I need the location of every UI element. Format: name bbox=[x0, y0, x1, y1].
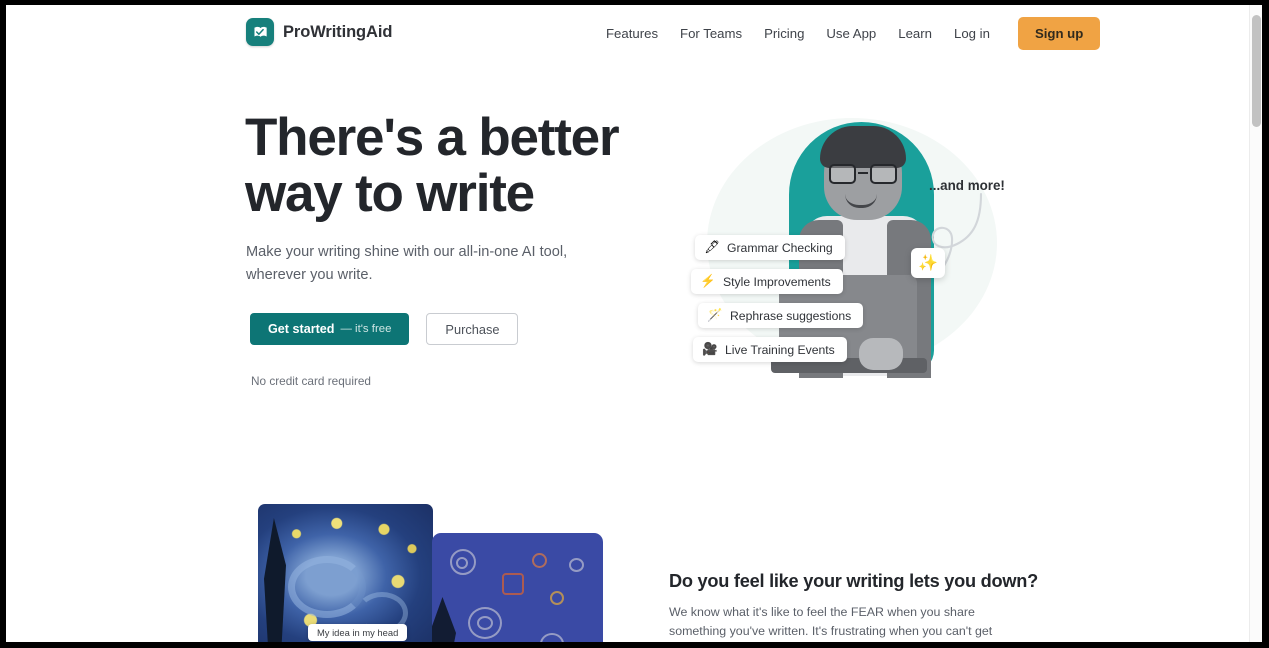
hero-title-line-2: way to write bbox=[245, 164, 535, 224]
section-title: Do you feel like your writing lets you d… bbox=[669, 571, 1038, 591]
brand-name: ProWritingAid bbox=[283, 22, 393, 41]
brand-logo[interactable]: ProWritingAid bbox=[246, 18, 392, 46]
hero-subtitle: Make your writing shine with our all-in-… bbox=[246, 244, 568, 284]
person-hair bbox=[820, 126, 906, 168]
doodle-spiral bbox=[456, 557, 468, 569]
sparkles-icon: ✨ bbox=[911, 248, 945, 278]
nav-item-learn[interactable]: Learn bbox=[898, 26, 932, 41]
glasses-icon bbox=[827, 164, 899, 184]
feature-label: Rephrase suggestions bbox=[730, 308, 852, 323]
hero-title: There's a better way to write bbox=[245, 108, 705, 224]
site-header: ProWritingAid Features For Teams Pricing… bbox=[6, 5, 1262, 61]
movie-camera-icon: 🎥 bbox=[702, 342, 718, 356]
doodle-cypress-tree bbox=[432, 597, 456, 642]
doodle-spiral bbox=[477, 616, 493, 630]
main-navigation: Features For Teams Pricing Use App Learn… bbox=[606, 5, 1101, 61]
get-started-label: Get started bbox=[268, 322, 335, 336]
and-more-annotation: ...and more! bbox=[929, 178, 1005, 193]
lightning-bolt-icon: ⚡ bbox=[700, 274, 716, 288]
nav-item-log-in[interactable]: Log in bbox=[954, 26, 990, 41]
get-started-button[interactable]: Get started — it's free bbox=[250, 313, 410, 345]
nav-item-pricing[interactable]: Pricing bbox=[764, 26, 804, 41]
feature-card-rephrase-suggestions[interactable]: 🪄 Rephrase suggestions bbox=[698, 303, 864, 328]
starry-night-image bbox=[258, 504, 433, 642]
doodle-spiral bbox=[550, 591, 564, 605]
cypress-tree bbox=[264, 518, 286, 642]
nav-item-features[interactable]: Features bbox=[606, 26, 658, 41]
purchase-button[interactable]: Purchase bbox=[426, 313, 519, 345]
browser-viewport: ProWritingAid Features For Teams Pricing… bbox=[6, 5, 1262, 642]
feature-card-grammar-checking[interactable]: 🖋 Grammar Checking bbox=[695, 235, 845, 260]
starry-night-caption: My idea in my head bbox=[308, 624, 408, 641]
section-body: We know what it's like to feel the FEAR … bbox=[669, 605, 993, 638]
feature-card-list: 🖋 Grammar Checking ⚡ Style Improvements … bbox=[691, 235, 864, 371]
hero-illustration: ✨ ...and more! 🖋 Grammar Checking ⚡ Styl… bbox=[671, 100, 1021, 395]
doodle-spiral bbox=[540, 633, 564, 642]
magic-wand-icon: 🪄 bbox=[707, 308, 723, 322]
book-check-logo-icon bbox=[246, 18, 274, 46]
scrollbar-thumb[interactable] bbox=[1252, 15, 1261, 127]
hero-cta-row: Get started — it's free Purchase bbox=[250, 313, 519, 345]
doodle-image bbox=[432, 533, 603, 642]
sign-up-button[interactable]: Sign up bbox=[1017, 16, 1101, 50]
doodle-blob bbox=[502, 573, 524, 595]
starry-swirl bbox=[288, 556, 366, 618]
nav-item-for-teams[interactable]: For Teams bbox=[680, 26, 742, 41]
quill-pen-icon: 🖋 bbox=[704, 240, 720, 254]
doodle-spiral bbox=[532, 553, 547, 568]
feature-card-live-training-events[interactable]: 🎥 Live Training Events bbox=[693, 337, 847, 362]
feature-card-style-improvements[interactable]: ⚡ Style Improvements bbox=[691, 269, 843, 294]
feature-label: Grammar Checking bbox=[727, 240, 833, 255]
feature-label: Live Training Events bbox=[725, 342, 835, 357]
no-credit-card-note: No credit card required bbox=[251, 374, 371, 388]
get-started-subtext: — it's free bbox=[340, 323, 392, 335]
hero-title-line-1: There's a better bbox=[245, 108, 620, 167]
doodle-spiral bbox=[569, 558, 584, 572]
page-scrollbar[interactable] bbox=[1249, 5, 1262, 642]
nav-item-use-app[interactable]: Use App bbox=[826, 26, 876, 41]
feature-label: Style Improvements bbox=[723, 274, 831, 289]
person-hand bbox=[859, 338, 903, 370]
window-bottom-bar bbox=[0, 642, 1269, 648]
